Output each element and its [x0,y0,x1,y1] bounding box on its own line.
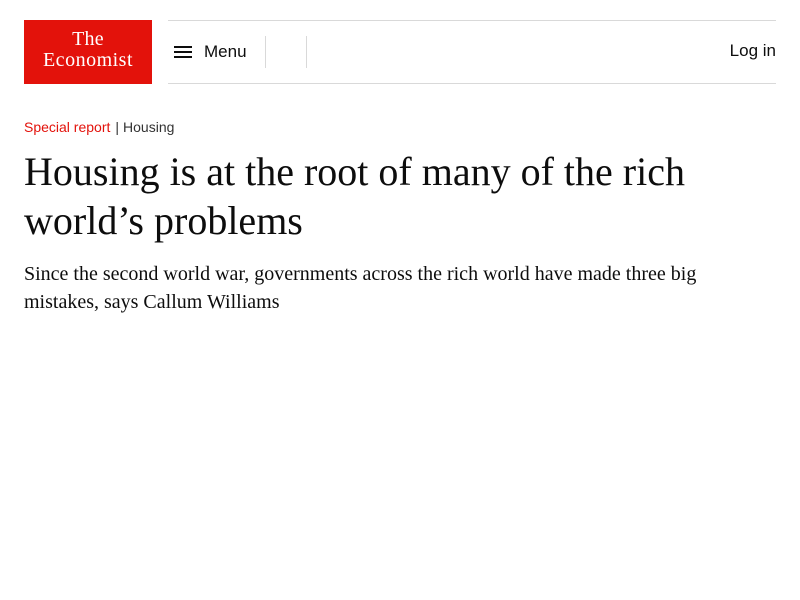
article-subheadline: Since the second world war, governments … [24,263,697,313]
breadcrumb: Special report | Housing [24,119,174,135]
site-header: The Economist Menu Log in [24,20,776,84]
logo-line-1: The [72,28,104,50]
menu-button[interactable]: Menu [174,36,247,68]
logo-line-2: Economist [42,49,134,71]
hamburger-menu-icon [174,45,192,59]
header-top-rule [168,20,776,21]
login-link[interactable]: Log in [730,41,776,61]
header-divider [265,36,266,68]
economist-logo[interactable]: The Economist [24,20,152,84]
header-bottom-rule [168,83,776,84]
breadcrumb-section-link[interactable]: Special report [24,119,110,135]
breadcrumb-topic: Housing [123,119,175,135]
header-divider [306,36,307,68]
breadcrumb-separator: | [115,119,120,135]
menu-label: Menu [204,42,247,61]
article-headline: Housing is at the root of many of the ri… [24,149,685,243]
